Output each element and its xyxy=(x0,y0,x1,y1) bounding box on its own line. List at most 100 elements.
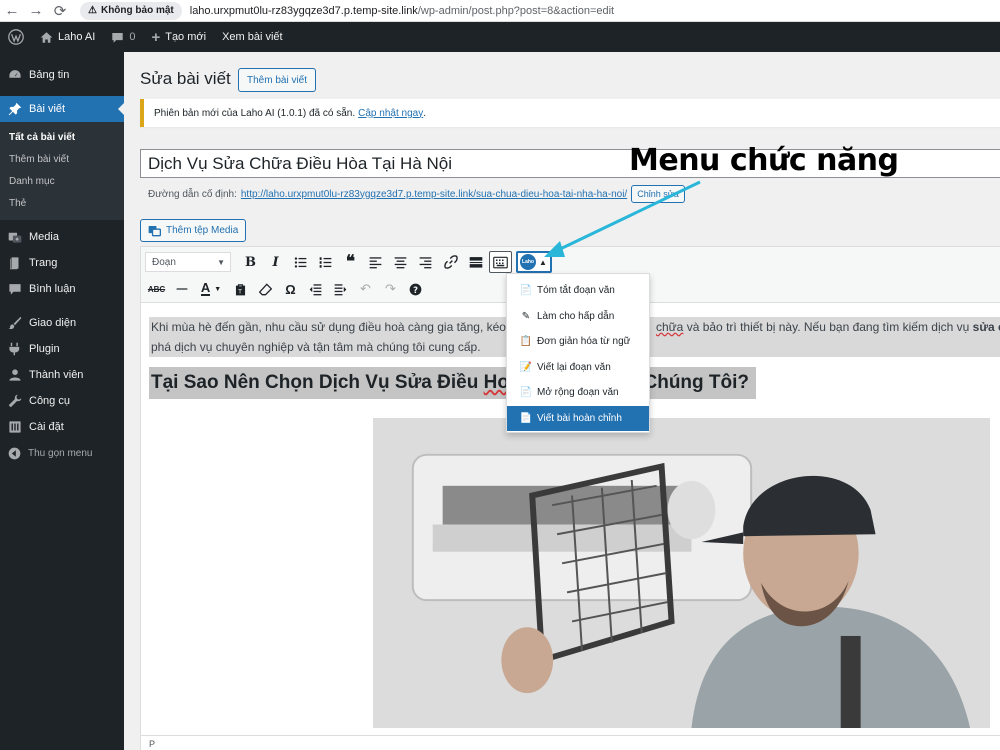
read-more-button[interactable] xyxy=(464,251,487,273)
sidebar-item-appearance[interactable]: Giao diện xyxy=(0,310,124,336)
submenu-tags[interactable]: Thẻ xyxy=(0,192,124,214)
bold-button[interactable]: B xyxy=(239,251,262,273)
new-label: Tạo mới xyxy=(165,31,207,43)
sidebar-item-settings[interactable]: Cài đặt xyxy=(0,414,124,440)
forward-icon[interactable]: → xyxy=(24,0,48,22)
outdent-button[interactable] xyxy=(304,278,327,300)
comments-link[interactable]: 0 xyxy=(103,22,143,52)
menu-item-label: Đơn giản hóa từ ngữ xyxy=(537,336,631,348)
sidebar-collapse-button[interactable]: Thu gọn menu xyxy=(0,440,124,466)
security-chip[interactable]: ⚠ Không bảo mật xyxy=(80,1,182,20)
plugin-icon xyxy=(9,342,20,356)
help-icon: ? xyxy=(409,283,422,295)
document-icon: 📄 xyxy=(519,412,533,424)
address-bar[interactable]: laho.urxpmut0lu-rz83ygqze3d7.p.temp-site… xyxy=(190,5,614,17)
permalink-url[interactable]: http://laho.urxpmut0lu-rz83ygqze3d7.p.te… xyxy=(241,189,627,200)
comment-icon xyxy=(9,284,21,295)
comment-bubble-icon xyxy=(112,32,124,43)
update-now-link[interactable]: Cập nhật ngay xyxy=(358,108,423,119)
align-center-icon xyxy=(394,256,407,268)
sidebar-label: Cài đặt xyxy=(29,421,64,433)
wordpress-logo-icon[interactable] xyxy=(0,22,32,52)
menu-item-rewrite[interactable]: 📝 Viết lại đoạn văn xyxy=(507,355,649,381)
read-more-icon xyxy=(469,257,482,268)
undo-button[interactable]: ↶ xyxy=(354,278,377,300)
sidebar-label: Bình luận xyxy=(29,283,76,295)
redo-button[interactable]: ↷ xyxy=(379,278,402,300)
editor-statusbar: P xyxy=(141,735,1000,750)
sidebar-item-posts[interactable]: Bài viết xyxy=(0,96,125,122)
submenu-all-posts[interactable]: Tất cả bài viết xyxy=(0,126,124,148)
svg-text:?: ? xyxy=(413,284,418,294)
pushpin-icon xyxy=(8,102,22,116)
page-icon xyxy=(10,257,19,270)
menu-item-label: Mở rộng đoạn văn xyxy=(537,387,619,399)
link-icon xyxy=(443,255,458,269)
align-right-button[interactable] xyxy=(414,251,437,273)
sidebar-item-plugins[interactable]: Plugin xyxy=(0,336,124,362)
technician-ac-photo[interactable] xyxy=(373,418,990,728)
site-name: Laho AI xyxy=(58,31,96,43)
view-post-link[interactable]: Xem bài viết xyxy=(214,22,291,52)
new-content-link[interactable]: + Tạo mới xyxy=(143,22,214,52)
indent-button[interactable] xyxy=(329,278,352,300)
clear-formatting-button[interactable] xyxy=(254,278,277,300)
add-media-label: Thêm tệp Media xyxy=(166,225,239,236)
sidebar-item-tools[interactable]: Công cụ xyxy=(0,388,124,414)
format-value: Đoạn xyxy=(152,256,176,268)
media-icon xyxy=(148,225,161,237)
blockquote-button[interactable]: ❝ xyxy=(339,251,362,273)
horizontal-line-icon xyxy=(176,288,187,290)
wrench-icon xyxy=(8,394,22,408)
menu-item-simplify[interactable]: 📋 Đơn giản hóa từ ngữ xyxy=(507,329,649,355)
help-button[interactable]: ? xyxy=(404,278,427,300)
submenu-categories[interactable]: Danh mục xyxy=(0,170,124,192)
laho-logo-icon: Laho xyxy=(520,254,536,270)
ac-panel-shape xyxy=(432,524,692,552)
sidebar-item-media[interactable]: Media xyxy=(0,224,124,250)
clipboard-icon: T xyxy=(235,283,246,295)
insert-link-button[interactable] xyxy=(439,251,462,273)
text-color-button[interactable]: A ▼ xyxy=(195,278,227,300)
heading-text: Chúng Tôi? xyxy=(643,372,750,393)
site-name-link[interactable]: Laho AI xyxy=(32,22,103,52)
menu-item-summarize[interactable]: 📄 Tóm tắt đoạn văn xyxy=(507,278,649,304)
back-icon[interactable]: ← xyxy=(0,0,24,22)
reload-icon[interactable]: ⟳ xyxy=(48,0,72,22)
menu-item-write-full-article[interactable]: 📄 Viết bài hoàn chỉnh xyxy=(507,405,649,431)
strikethrough-button[interactable]: ABC xyxy=(145,278,168,300)
paragraph-text: và bảo trì thiết bị này. Nếu bạn đang tì… xyxy=(686,320,970,334)
sidebar-item-users[interactable]: Thành viên xyxy=(0,362,124,388)
menu-item-make-engaging[interactable]: ✎ Làm cho hấp dẫn xyxy=(507,304,649,330)
sidebar-item-comments[interactable]: Bình luận xyxy=(0,276,124,302)
special-character-button[interactable]: Ω xyxy=(279,278,302,300)
chevron-down-icon: ▼ xyxy=(217,257,225,267)
notice-end: . xyxy=(423,107,426,119)
gloved-hand-shape xyxy=(667,480,716,540)
sidebar-item-dashboard[interactable]: Bảng tin xyxy=(0,62,124,88)
add-media-button[interactable]: Thêm tệp Media xyxy=(140,219,247,242)
laho-ai-menu-button[interactable]: Laho ▲ xyxy=(516,251,552,273)
paste-text-button[interactable]: T xyxy=(229,278,252,300)
horizontal-line-button[interactable] xyxy=(170,278,193,300)
edit-slug-button[interactable]: Chỉnh sửa xyxy=(631,185,685,203)
bullet-list-button[interactable] xyxy=(289,251,312,273)
sidebar-item-pages[interactable]: Trang xyxy=(0,250,124,276)
url-host: laho.urxpmut0lu-rz83ygqze3d7.p.temp-site… xyxy=(189,4,418,17)
keyboard-icon xyxy=(493,256,508,268)
caret-up-icon: ▲ xyxy=(539,257,547,267)
left-hand-shape xyxy=(501,627,554,694)
admin-sidebar: Bảng tin Bài viết Tất cả bài viết Thêm b… xyxy=(0,52,125,750)
italic-button[interactable]: I xyxy=(264,251,287,273)
align-center-button[interactable] xyxy=(389,251,412,273)
toolbar-toggle-button[interactable] xyxy=(489,251,512,273)
media-icon xyxy=(8,232,22,243)
document-icon: 📄 xyxy=(519,387,533,399)
menu-item-expand[interactable]: 📄 Mở rộng đoạn văn xyxy=(507,380,649,406)
sidebar-label: Thu gọn menu xyxy=(28,447,93,459)
format-select[interactable]: Đoạn ▼ xyxy=(145,252,231,272)
submenu-add-post[interactable]: Thêm bài viết xyxy=(0,148,124,170)
align-left-button[interactable] xyxy=(364,251,387,273)
numbered-list-button[interactable] xyxy=(314,251,337,273)
add-new-post-button[interactable]: Thêm bài viết xyxy=(238,68,317,92)
